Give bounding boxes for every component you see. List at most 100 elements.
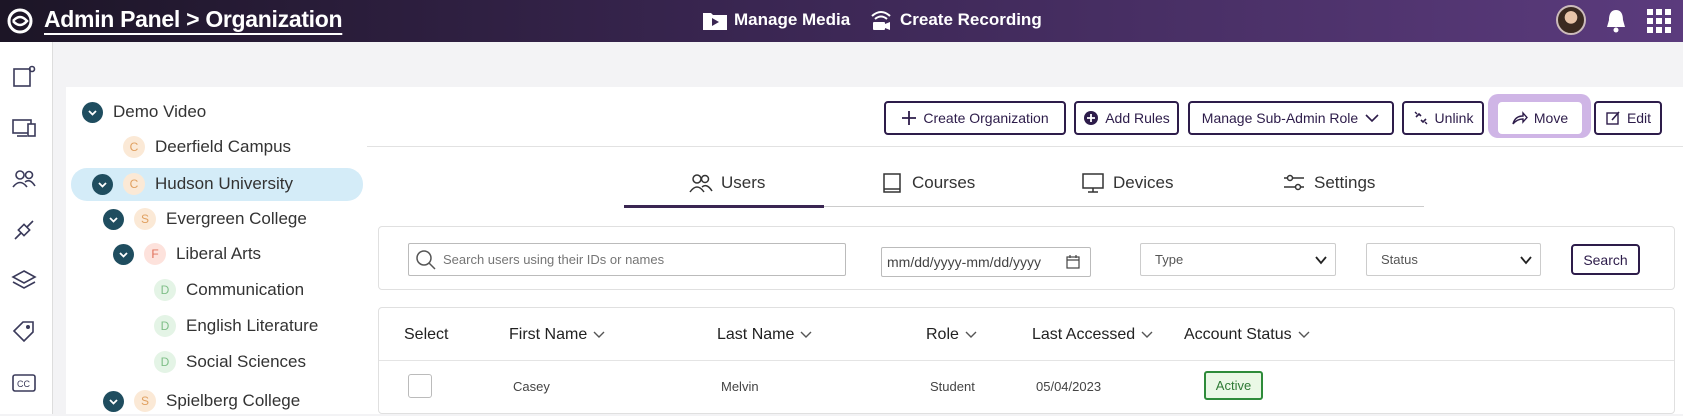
chevron-down-icon [1365,114,1379,123]
search-icon [416,250,436,270]
devices-icon[interactable] [11,115,37,141]
content-icon[interactable] [11,64,37,90]
row-select-checkbox[interactable] [408,374,432,398]
chevron-down-icon [1315,256,1327,265]
column-header-label: Role [926,326,959,343]
book-icon [883,173,901,193]
layers-icon[interactable] [11,268,37,294]
sort-chevron-icon [593,331,605,338]
chevron-down-icon[interactable] [92,173,113,195]
org-type-badge: D [154,279,176,301]
date-range-input[interactable]: mm/dd/yyyy-mm/dd/yyyy [881,247,1091,277]
column-header-last-accessed[interactable]: Last Accessed [1032,326,1153,344]
org-type-badge: C [123,136,145,158]
tree-item-spielberg-college[interactable]: S Spielberg College [103,386,300,416]
tree-item-english-literature[interactable]: D English Literature [154,311,318,341]
org-type-badge: S [134,390,156,412]
users-icon [689,174,713,193]
org-type-badge: D [154,351,176,373]
tree-item-label: English Literature [186,316,319,335]
tree-item-evergreen-college[interactable]: S Evergreen College [103,204,307,234]
manage-sub-admin-role-button[interactable]: Manage Sub-Admin Role [1188,101,1394,135]
tab-devices-label: Devices [1113,173,1174,192]
tree-item-label: Evergreen College [166,209,307,228]
sort-chevron-icon [800,331,812,338]
chevron-down-icon [1520,256,1532,265]
sort-chevron-icon [1141,331,1153,338]
tree-item-label: Hudson University [155,174,293,193]
unlink-button[interactable]: Unlink [1402,101,1484,135]
column-header-label: Last Name [717,326,795,343]
tree-item-social-sciences[interactable]: D Social Sciences [154,347,306,377]
calendar-icon[interactable] [1066,255,1080,269]
header-row-divider [379,360,1674,361]
create-organization-button[interactable]: Create Organization [884,101,1066,135]
column-header-label: Account Status [1184,326,1292,343]
search-input[interactable] [408,243,846,276]
chevron-down-icon[interactable] [82,101,103,123]
edit-label: Edit [1626,110,1652,126]
date-range-placeholder: mm/dd/yyyy-mm/dd/yyyy [887,254,1042,270]
tab-users[interactable]: Users [689,172,765,194]
status-select[interactable]: Status [1366,243,1541,276]
integrations-plug-icon[interactable] [11,217,37,243]
manage-sub-admin-label: Manage Sub-Admin Role [1201,110,1359,126]
tags-icon[interactable] [11,319,37,345]
captions-icon[interactable]: CC [11,370,37,396]
cell-last-accessed: 05/04/2023 [1036,379,1102,394]
create-organization-label: Create Organization [923,110,1049,126]
column-header-last-name[interactable]: Last Name [717,326,812,344]
column-header-select: Select [404,326,448,344]
search-button[interactable]: Search [1571,244,1640,275]
column-header-account-status[interactable]: Account Status [1184,326,1310,344]
svg-text:CC: CC [17,379,30,389]
create-recording-link[interactable]: Create Recording [868,9,1042,31]
move-button[interactable]: Move [1498,102,1582,134]
users-icon[interactable] [11,166,37,192]
top-bar: Admin Panel > Organization Manage Media … [0,0,1683,42]
org-type-badge: F [144,243,166,265]
bell-icon[interactable] [1604,8,1628,34]
tree-item-label: Spielberg College [166,391,301,410]
type-select-value: Type [1155,252,1184,267]
tree-item-deerfield-campus[interactable]: C Deerfield Campus [123,132,291,162]
org-type-badge: S [134,208,156,230]
move-label: Move [1533,110,1569,126]
tree-item-liberal-arts[interactable]: F Liberal Arts [113,239,261,269]
chevron-down-icon[interactable] [103,390,124,412]
add-rules-button[interactable]: Add Rules [1074,101,1179,135]
tab-settings[interactable]: Settings [1282,172,1375,194]
edit-button[interactable]: Edit [1594,101,1662,135]
org-type-badge: C [123,173,145,195]
apps-grid-icon[interactable] [1647,9,1671,33]
tree-item-label: Social Sciences [186,352,307,371]
user-avatar[interactable] [1556,5,1586,35]
app-logo-icon[interactable] [6,7,34,35]
chevron-down-icon[interactable] [113,243,134,265]
column-header-label: Last Accessed [1032,326,1136,343]
column-header-label: First Name [509,326,588,343]
active-tab-indicator [624,205,824,208]
column-header-first-name[interactable]: First Name [509,326,605,344]
edit-icon [1606,111,1620,125]
tree-item-label: Demo Video [113,102,207,121]
sort-chevron-icon [965,331,977,338]
tree-item-demo-video[interactable]: Demo Video [82,97,206,127]
type-select[interactable]: Type [1140,243,1336,276]
create-recording-label: Create Recording [900,10,1042,29]
breadcrumb[interactable]: Admin Panel > Organization [44,6,343,33]
tab-settings-label: Settings [1314,173,1376,192]
tab-users-label: Users [721,173,766,192]
org-type-badge: D [154,315,176,337]
add-rules-label: Add Rules [1105,110,1170,126]
manage-media-link[interactable]: Manage Media [702,9,850,31]
tab-devices[interactable]: Devices [1081,172,1173,194]
sliders-icon [1284,174,1304,191]
manage-media-label: Manage Media [734,10,851,29]
chevron-down-icon[interactable] [103,208,124,230]
column-header-role[interactable]: Role [926,326,977,344]
tree-item-communication[interactable]: D Communication [154,275,304,305]
tree-item-hudson-university[interactable]: C Hudson University [92,169,293,199]
column-header-label: Select [404,326,449,343]
tab-courses[interactable]: Courses [880,172,975,194]
